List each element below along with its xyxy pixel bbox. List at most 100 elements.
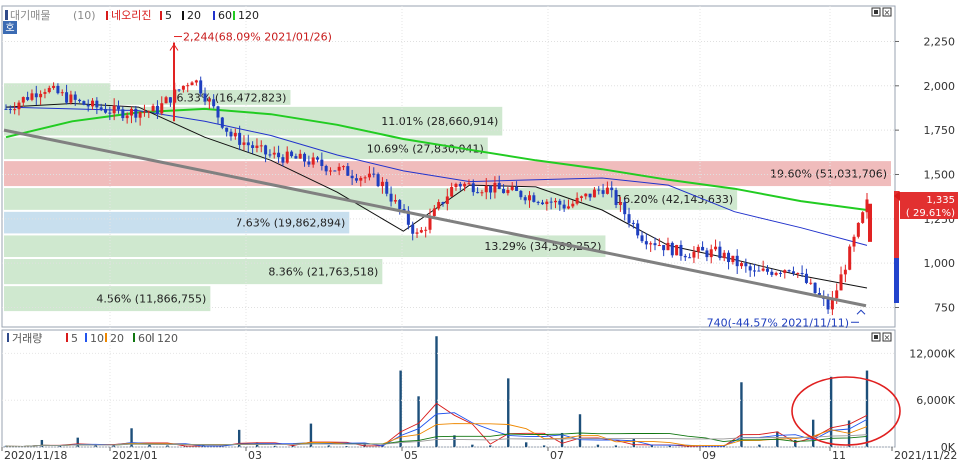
ma-legend-label: 120 bbox=[238, 9, 259, 22]
ma-legend-marker bbox=[160, 11, 162, 20]
candle-body bbox=[13, 109, 17, 111]
legend-market-period: (10) bbox=[73, 9, 96, 22]
candle-body bbox=[791, 271, 795, 274]
volume-bar bbox=[578, 414, 582, 447]
candle-body bbox=[484, 185, 488, 193]
candle-body bbox=[398, 200, 402, 209]
candle-body bbox=[142, 111, 146, 113]
candle-body bbox=[618, 202, 622, 205]
candle-body bbox=[376, 174, 380, 187]
candle-body bbox=[104, 108, 108, 113]
candle-body bbox=[623, 202, 627, 215]
candle-body bbox=[65, 92, 69, 103]
low-annotation: 740(-44.57% 2021/11/11) bbox=[707, 316, 849, 329]
candle-body bbox=[233, 132, 237, 137]
date-axis-label: 2021/01 bbox=[112, 449, 158, 462]
candle-body bbox=[804, 273, 808, 283]
candle-body bbox=[662, 245, 666, 251]
candle-body bbox=[164, 97, 168, 104]
candle-body bbox=[199, 80, 203, 94]
candle-body bbox=[467, 183, 471, 185]
candle-body bbox=[333, 170, 337, 172]
volume-axis-label: 12,000K bbox=[909, 347, 955, 360]
candle-body bbox=[835, 290, 839, 299]
candle-body bbox=[614, 190, 618, 205]
candle-body bbox=[4, 108, 8, 110]
candle-body bbox=[553, 200, 557, 203]
candle-body bbox=[328, 170, 332, 172]
volume-bar bbox=[435, 336, 438, 447]
candle-body bbox=[523, 197, 527, 201]
candle-body bbox=[506, 189, 510, 194]
candle-body bbox=[722, 252, 726, 259]
volume-legend-label[interactable]: 거래량 bbox=[12, 332, 42, 345]
candle-body bbox=[212, 99, 216, 107]
candle-body bbox=[566, 206, 570, 209]
candle-body bbox=[489, 185, 493, 193]
candle-body bbox=[848, 246, 852, 270]
candle-body bbox=[666, 242, 670, 251]
candle-body bbox=[367, 173, 371, 178]
price-axis-label: 1,500 bbox=[924, 168, 956, 181]
current-price: 1,335 bbox=[926, 195, 955, 206]
candle-body bbox=[579, 196, 583, 198]
candle-body bbox=[714, 246, 718, 250]
candle-body bbox=[843, 269, 847, 275]
candle-body bbox=[216, 106, 220, 118]
volume-bar bbox=[76, 437, 79, 447]
price-axis-label: 1,000 bbox=[924, 257, 956, 270]
candle-body bbox=[471, 183, 475, 193]
candle-body bbox=[78, 99, 82, 102]
volume-ma-legend-marker bbox=[66, 333, 68, 342]
candle-body bbox=[324, 165, 328, 172]
candle-body bbox=[290, 151, 294, 157]
high-annotation: 2,244(68.09% 2021/01/26) bbox=[183, 31, 332, 44]
candle-body bbox=[255, 145, 259, 148]
candle-body bbox=[778, 272, 782, 274]
candle-body bbox=[424, 229, 428, 231]
badge[interactable]: 호 bbox=[3, 21, 17, 34]
volume-bar bbox=[865, 370, 869, 447]
candle-body bbox=[121, 109, 125, 119]
candle-body bbox=[592, 189, 596, 198]
minimize-icon bbox=[874, 10, 878, 14]
candle-body bbox=[281, 157, 285, 163]
date-axis-label: 2021/11/22 bbox=[894, 449, 957, 462]
candle-body bbox=[783, 270, 787, 274]
candle-body bbox=[34, 93, 38, 98]
candle-body bbox=[705, 250, 709, 258]
candle-body bbox=[519, 190, 523, 198]
candle-body bbox=[129, 108, 133, 116]
candle-body bbox=[155, 105, 159, 114]
candle-body bbox=[683, 255, 687, 258]
candle-body bbox=[640, 235, 644, 242]
candle-body bbox=[727, 252, 731, 263]
candle-body bbox=[168, 97, 172, 103]
candle-body bbox=[644, 241, 648, 245]
candle-body bbox=[861, 212, 865, 223]
volume-profile-label: 4.56% (11,866,755) bbox=[96, 293, 206, 306]
candle-body bbox=[584, 193, 588, 197]
candle-body bbox=[91, 100, 95, 107]
legend-stock-name[interactable]: 네오리진 bbox=[111, 9, 151, 22]
candle-body bbox=[450, 187, 454, 197]
candle-body bbox=[476, 192, 480, 194]
candle-body bbox=[151, 105, 155, 112]
candle-body bbox=[207, 99, 211, 102]
candle-body bbox=[264, 145, 268, 155]
candle-body bbox=[311, 157, 315, 165]
candle-body bbox=[112, 105, 116, 114]
volume-ma-legend-label: 60 bbox=[138, 332, 152, 345]
candle-body bbox=[82, 101, 86, 105]
legend-market[interactable]: 대기매물 bbox=[10, 9, 50, 22]
candle-body bbox=[774, 272, 778, 275]
candle-body bbox=[696, 246, 700, 252]
candle-body bbox=[515, 186, 519, 191]
candle-body bbox=[800, 272, 804, 274]
candle-body bbox=[220, 117, 224, 128]
candle-body bbox=[415, 232, 419, 234]
legend-stock-marker bbox=[106, 11, 108, 20]
candle-body bbox=[134, 108, 138, 118]
volume-profile-label: 6.33% (16,472,823) bbox=[176, 91, 286, 104]
candle-body bbox=[735, 255, 739, 267]
